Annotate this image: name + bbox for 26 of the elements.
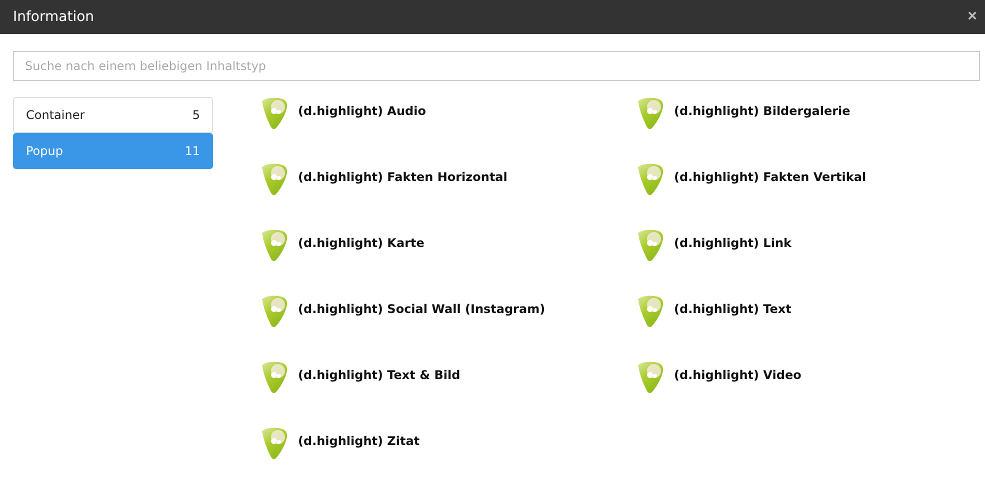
window-title: Information xyxy=(13,9,94,25)
content-type-item[interactable]: (d.highlight) Fakten Vertikal xyxy=(636,163,966,197)
logo-icon xyxy=(636,163,664,197)
search-field[interactable]: Suche nach einem beliebigen Inhaltstyp xyxy=(13,51,980,81)
content-type-item[interactable]: (d.highlight) Social Wall (Instagram) xyxy=(260,295,636,329)
close-button[interactable]: × xyxy=(968,8,977,26)
category-item[interactable]: Container 5 xyxy=(13,97,213,133)
content-type-item[interactable]: (d.highlight) Text xyxy=(636,295,966,329)
logo-icon xyxy=(260,295,288,329)
content-type-item[interactable]: (d.highlight) Bildergalerie xyxy=(636,97,966,131)
content-type-item[interactable]: (d.highlight) Zitat xyxy=(260,427,636,461)
logo-icon xyxy=(260,97,288,131)
logo-icon xyxy=(260,361,288,395)
content-type-item[interactable]: (d.highlight) Karte xyxy=(260,229,636,263)
logo-icon xyxy=(260,427,288,461)
logo-icon xyxy=(636,361,664,395)
content-type-item[interactable]: (d.highlight) Video xyxy=(636,361,966,395)
content-type-item[interactable]: (d.highlight) Fakten Horizontal xyxy=(260,163,636,197)
content-type-item[interactable]: (d.highlight) Text & Bild xyxy=(260,361,636,395)
logo-icon xyxy=(260,163,288,197)
logo-icon xyxy=(636,97,664,131)
content-type-item[interactable]: (d.highlight) Audio xyxy=(260,97,636,131)
logo-icon xyxy=(260,229,288,263)
logo-icon xyxy=(636,229,664,263)
logo-icon xyxy=(636,295,664,329)
content-type-item[interactable]: (d.highlight) Link xyxy=(636,229,966,263)
